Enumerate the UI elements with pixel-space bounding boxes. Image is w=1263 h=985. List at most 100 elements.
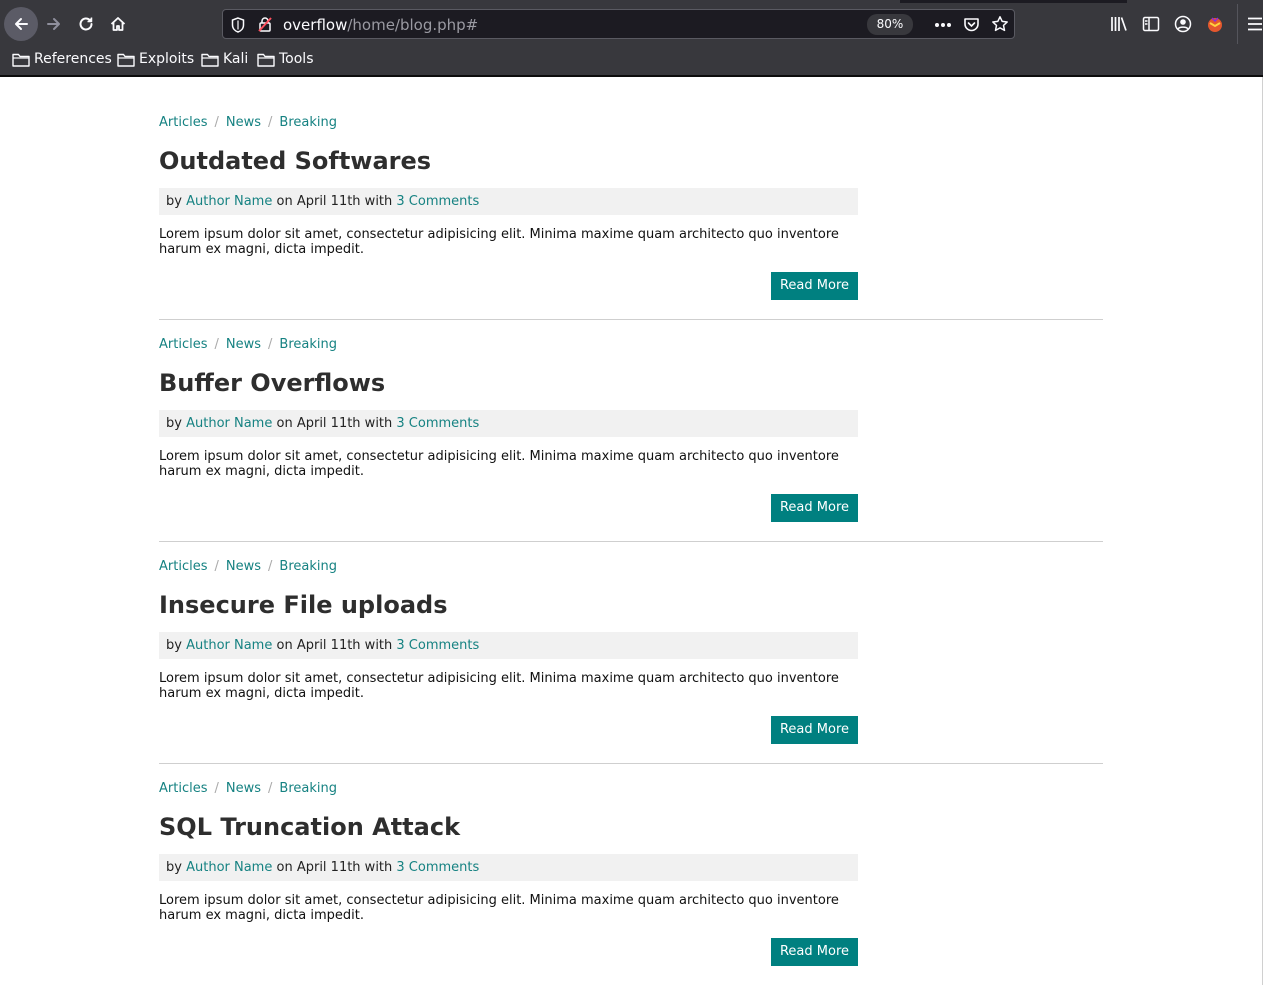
breadcrumb-separator: / xyxy=(268,337,273,352)
post-meta: by Author Name on April 11th with 3 Comm… xyxy=(159,632,858,659)
post-excerpt: Lorem ipsum dolor sit amet, consectetur … xyxy=(159,227,839,257)
breadcrumb-breaking[interactable]: Breaking xyxy=(279,337,337,352)
pocket-icon[interactable] xyxy=(963,16,980,33)
meta-date: on April 11th with xyxy=(276,194,393,209)
meta-by: by xyxy=(166,860,182,875)
read-more-button[interactable]: Read More xyxy=(771,494,858,522)
more-actions-icon[interactable] xyxy=(934,22,952,28)
breadcrumb-news[interactable]: News xyxy=(226,559,261,574)
breadcrumb-separator: / xyxy=(268,115,273,130)
arrow-right-icon xyxy=(47,18,60,30)
toolbar-separator xyxy=(1237,4,1238,44)
forward-button[interactable] xyxy=(38,8,70,40)
post-title: Buffer Overflows xyxy=(159,369,386,397)
reload-icon xyxy=(79,17,93,31)
folder-icon xyxy=(257,53,275,67)
url-path: /home/blog.php# xyxy=(347,16,479,34)
back-button[interactable] xyxy=(4,7,38,41)
bookmark-folder-kali[interactable]: Kali xyxy=(201,51,248,67)
breadcrumb: Articles / News / Breaking xyxy=(159,114,1103,132)
zoom-level-badge[interactable]: 80% xyxy=(867,14,913,35)
extension-icon[interactable] xyxy=(1205,14,1225,34)
blog-post: Articles / News / Breaking SQL Truncation At… xyxy=(159,780,1103,985)
read-more-button[interactable]: Read More xyxy=(771,716,858,744)
url-text[interactable]: overflow/home/blog.php# xyxy=(283,16,478,34)
post-excerpt: Lorem ipsum dolor sit amet, consectetur … xyxy=(159,671,839,701)
bookmark-label: Tools xyxy=(279,51,314,67)
shield-icon[interactable] xyxy=(231,17,245,33)
breadcrumb-articles[interactable]: Articles xyxy=(159,559,207,574)
sidebar-icon[interactable] xyxy=(1142,16,1160,32)
browser-chrome: overflow/home/blog.php# 80% References E… xyxy=(0,0,1263,77)
author-link[interactable]: Author Name xyxy=(186,860,272,875)
insecure-lock-icon[interactable] xyxy=(257,16,273,32)
post-title: SQL Truncation Attack xyxy=(159,813,461,841)
meta-date: on April 11th with xyxy=(276,416,393,431)
breadcrumb-separator: / xyxy=(214,115,219,130)
breadcrumb-articles[interactable]: Articles xyxy=(159,337,207,352)
post-divider xyxy=(159,541,1103,542)
author-link[interactable]: Author Name xyxy=(186,416,272,431)
breadcrumb-breaking[interactable]: Breaking xyxy=(279,559,337,574)
breadcrumb-news[interactable]: News xyxy=(226,337,261,352)
post-meta: by Author Name on April 11th with 3 Comm… xyxy=(159,188,858,215)
blog-post: Articles / News / Breaking Buffer Overflows … xyxy=(159,336,1103,542)
breadcrumb-separator: / xyxy=(214,781,219,796)
post-meta: by Author Name on April 11th with 3 Comm… xyxy=(159,854,858,881)
breadcrumb: Articles / News / Breaking xyxy=(159,336,1103,354)
url-host: overflow xyxy=(283,16,348,34)
post-excerpt: Lorem ipsum dolor sit amet, consectetur … xyxy=(159,449,839,479)
bookmark-star-icon[interactable] xyxy=(991,15,1009,33)
blog-post: Articles / News / Breaking Insecure File upl… xyxy=(159,558,1103,764)
navigation-toolbar: overflow/home/blog.php# 80% xyxy=(0,4,1263,44)
home-icon xyxy=(110,17,126,31)
comments-link[interactable]: 3 Comments xyxy=(396,194,479,209)
library-icon[interactable] xyxy=(1110,16,1128,32)
address-bar[interactable]: overflow/home/blog.php# 80% xyxy=(222,9,1015,39)
breadcrumb-separator: / xyxy=(268,781,273,796)
post-title: Insecure File uploads xyxy=(159,591,448,619)
breadcrumb-separator: / xyxy=(268,559,273,574)
bookmark-label: References xyxy=(34,51,112,67)
breadcrumb: Articles / News / Breaking xyxy=(159,780,1103,798)
breadcrumb-news[interactable]: News xyxy=(226,781,261,796)
comments-link[interactable]: 3 Comments xyxy=(396,860,479,875)
account-icon[interactable] xyxy=(1174,15,1192,33)
bookmark-folder-tools[interactable]: Tools xyxy=(257,51,314,67)
folder-icon xyxy=(117,53,135,67)
meta-by: by xyxy=(166,416,182,431)
author-link[interactable]: Author Name xyxy=(186,194,272,209)
home-button[interactable] xyxy=(102,8,134,40)
author-link[interactable]: Author Name xyxy=(186,638,272,653)
meta-date: on April 11th with xyxy=(276,638,393,653)
active-tab-indicator xyxy=(900,0,1127,3)
bookmark-folder-exploits[interactable]: Exploits xyxy=(117,51,194,67)
folder-icon xyxy=(12,53,30,67)
blog-post: Articles / News / Breaking Outdated Software… xyxy=(159,114,1103,320)
reload-button[interactable] xyxy=(70,8,102,40)
post-divider xyxy=(159,763,1103,764)
comments-link[interactable]: 3 Comments xyxy=(396,416,479,431)
meta-by: by xyxy=(166,194,182,209)
breadcrumb-news[interactable]: News xyxy=(226,115,261,130)
breadcrumb-breaking[interactable]: Breaking xyxy=(279,115,337,130)
read-more-button[interactable]: Read More xyxy=(771,272,858,300)
meta-date: on April 11th with xyxy=(276,860,393,875)
bookmark-label: Exploits xyxy=(139,51,195,67)
arrow-left-icon xyxy=(15,18,28,30)
breadcrumb-separator: / xyxy=(214,337,219,352)
bookmark-label: Kali xyxy=(223,51,249,67)
breadcrumb-articles[interactable]: Articles xyxy=(159,781,207,796)
post-divider xyxy=(159,319,1103,320)
bookmark-folder-references[interactable]: References xyxy=(12,51,112,67)
breadcrumb: Articles / News / Breaking xyxy=(159,558,1103,576)
meta-by: by xyxy=(166,638,182,653)
breadcrumb-separator: / xyxy=(214,559,219,574)
breadcrumb-articles[interactable]: Articles xyxy=(159,115,207,130)
post-meta: by Author Name on April 11th with 3 Comm… xyxy=(159,410,858,437)
bookmarks-toolbar: References Exploits Kali Tools xyxy=(0,47,1263,73)
read-more-button[interactable]: Read More xyxy=(771,938,858,966)
breadcrumb-breaking[interactable]: Breaking xyxy=(279,781,337,796)
comments-link[interactable]: 3 Comments xyxy=(396,638,479,653)
hamburger-menu-icon[interactable] xyxy=(1247,17,1263,31)
